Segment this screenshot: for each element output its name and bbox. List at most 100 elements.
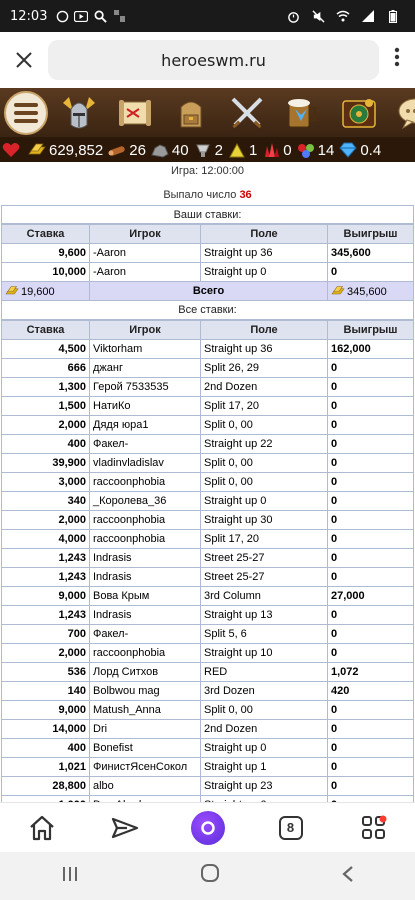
field-cell: Straight up 10 — [200, 643, 328, 663]
bet-cell: 1,243 — [1, 605, 90, 625]
player-link[interactable]: raccoonphobia — [89, 510, 201, 530]
bottom-nav: 8 — [0, 802, 415, 852]
bet-cell: 9,000 — [1, 586, 90, 606]
tabs-icon[interactable]: 8 — [266, 806, 316, 850]
table-row: 2,000 raccoonphobia Straight up 30 0 — [1, 510, 414, 530]
all-bets-table: Ставка Игрок Поле Выигрыш 4,500 Viktorham… — [1, 320, 414, 802]
field-cell: Straight up 22 — [200, 434, 328, 454]
field-cell: Straight up 23 — [200, 776, 328, 796]
win-cell: 0 — [327, 396, 414, 416]
resource-gems: 14 — [297, 141, 335, 159]
player-link[interactable]: Факел- — [89, 624, 201, 644]
scroll-map-icon[interactable] — [110, 91, 160, 135]
player-link[interactable]: -Aaron — [89, 262, 201, 282]
url-bar[interactable]: heroeswm.ru — [48, 40, 379, 80]
chat-icon[interactable] — [390, 91, 415, 135]
bet-cell: 400 — [1, 434, 90, 454]
player-link[interactable]: Лорд Ситхов — [89, 662, 201, 682]
gold-amount: 629,852 — [49, 141, 104, 159]
win-cell: 0 — [327, 434, 414, 454]
back-icon[interactable] — [341, 863, 355, 889]
youtube-icon — [74, 9, 89, 23]
table-row: 340 _Королева_36 Straight up 00 — [1, 491, 414, 511]
win-cell: 0 — [327, 491, 414, 511]
player-link[interactable]: Bonefist — [89, 738, 201, 758]
table-row: 400 Факел- Straight up 22 0 — [1, 434, 414, 454]
mercury-amount: 2 — [214, 141, 223, 159]
hamburger-menu-icon[interactable] — [4, 90, 48, 135]
bet-cell: 1,021 — [1, 757, 90, 777]
win-cell: 1,072 — [327, 662, 414, 682]
player-link[interactable]: Viktorham — [89, 339, 201, 359]
player-link[interactable]: Indrasis — [89, 567, 201, 587]
browser-bar: heroeswm.ru — [0, 32, 415, 88]
bet-cell: 9,000 — [1, 700, 90, 720]
win-cell: 0 — [327, 700, 414, 720]
field-cell: Straight up 0 — [200, 491, 328, 511]
player-link[interactable]: Bolbwou mag — [89, 681, 201, 701]
field-cell: Split 17, 20 — [200, 396, 328, 416]
all-bets-body: 4,500 Viktorham Straight up 36 162,000 666 дж… — [1, 339, 414, 802]
player-link[interactable]: _Королева_36 — [89, 491, 201, 511]
table-row: 1,300 Герой 7533535 2nd Dozen 0 — [1, 377, 414, 397]
player-link[interactable]: джанг — [89, 358, 201, 378]
win-cell: 0 — [327, 453, 414, 473]
total-win: 345,600 — [327, 281, 414, 301]
player-link[interactable]: Indrasis — [89, 548, 201, 568]
field-cell: Straight up 0 — [200, 738, 328, 758]
player-link[interactable]: albo — [89, 776, 201, 796]
player-link[interactable]: -Aaron — [89, 243, 201, 263]
player-link[interactable]: Indrasis — [89, 605, 201, 625]
resource-mercury: 2 — [194, 142, 223, 159]
services-grid-icon[interactable] — [349, 806, 399, 850]
heart-icon — [2, 143, 20, 157]
player-link[interactable]: Герой 7533535 — [89, 377, 201, 397]
bet-cell: 1,300 — [1, 377, 90, 397]
table-row: 4,000 raccoonphobia Split 17, 20 0 — [1, 529, 414, 549]
all-bets-title: Все ставки: — [1, 301, 414, 320]
player-link[interactable]: vladinvladislav — [89, 453, 201, 473]
signal-icon — [361, 9, 375, 23]
win-cell: 162,000 — [327, 339, 414, 359]
field-cell: Straight up 30 — [200, 510, 328, 530]
knight-helmet-icon[interactable] — [54, 91, 104, 135]
field-cell: Straight up 1 — [200, 757, 328, 777]
player-link[interactable]: raccoonphobia — [89, 643, 201, 663]
table-row: 536 Лорд Ситхов RED 1,072 — [1, 662, 414, 682]
alice-icon[interactable] — [183, 806, 233, 850]
field-cell: Split 0, 00 — [200, 472, 328, 492]
player-link[interactable]: Dri — [89, 719, 201, 739]
player-link[interactable]: Факел- — [89, 434, 201, 454]
player-link[interactable]: ФинистЯсенСокол — [89, 757, 201, 777]
home-button-icon[interactable] — [200, 863, 220, 889]
bet-cell: 1,243 — [1, 548, 90, 568]
win-cell: 420 — [327, 681, 414, 701]
player-link[interactable]: Вова Крым — [89, 586, 201, 606]
recent-apps-icon[interactable] — [60, 863, 80, 889]
win-cell: 0 — [327, 262, 414, 282]
wifi-icon — [336, 9, 350, 23]
send-icon[interactable] — [100, 806, 150, 850]
bet-cell: 1,243 — [1, 567, 90, 587]
gold-icon — [28, 143, 46, 155]
home-icon[interactable] — [17, 806, 67, 850]
close-icon[interactable] — [0, 32, 48, 88]
more-vert-icon[interactable] — [379, 32, 415, 88]
crossed-swords-icon[interactable] — [222, 91, 272, 135]
player-link[interactable]: raccoonphobia — [89, 529, 201, 549]
player-link[interactable]: НатиКо — [89, 396, 201, 416]
field-cell: Split 26, 29 — [200, 358, 328, 378]
ore-icon — [151, 144, 169, 158]
tavern-icon[interactable] — [278, 91, 328, 135]
resource-sulfur: 1 — [228, 142, 257, 159]
table-row: 400 Bonefist Straight up 00 — [1, 738, 414, 758]
backpack-icon[interactable] — [166, 91, 216, 135]
table-row: 28,800 albo Straight up 23 0 — [1, 776, 414, 796]
table-row: 700 Факел- Split 5, 60 — [1, 624, 414, 644]
player-link[interactable]: Дядя юра1 — [89, 415, 201, 435]
player-link[interactable]: Matush_Anna — [89, 700, 201, 720]
roulette-icon[interactable] — [334, 91, 384, 135]
player-link[interactable]: raccoonphobia — [89, 472, 201, 492]
total-win-amount: 345,600 — [347, 285, 387, 298]
gems-amount: 14 — [317, 141, 335, 159]
